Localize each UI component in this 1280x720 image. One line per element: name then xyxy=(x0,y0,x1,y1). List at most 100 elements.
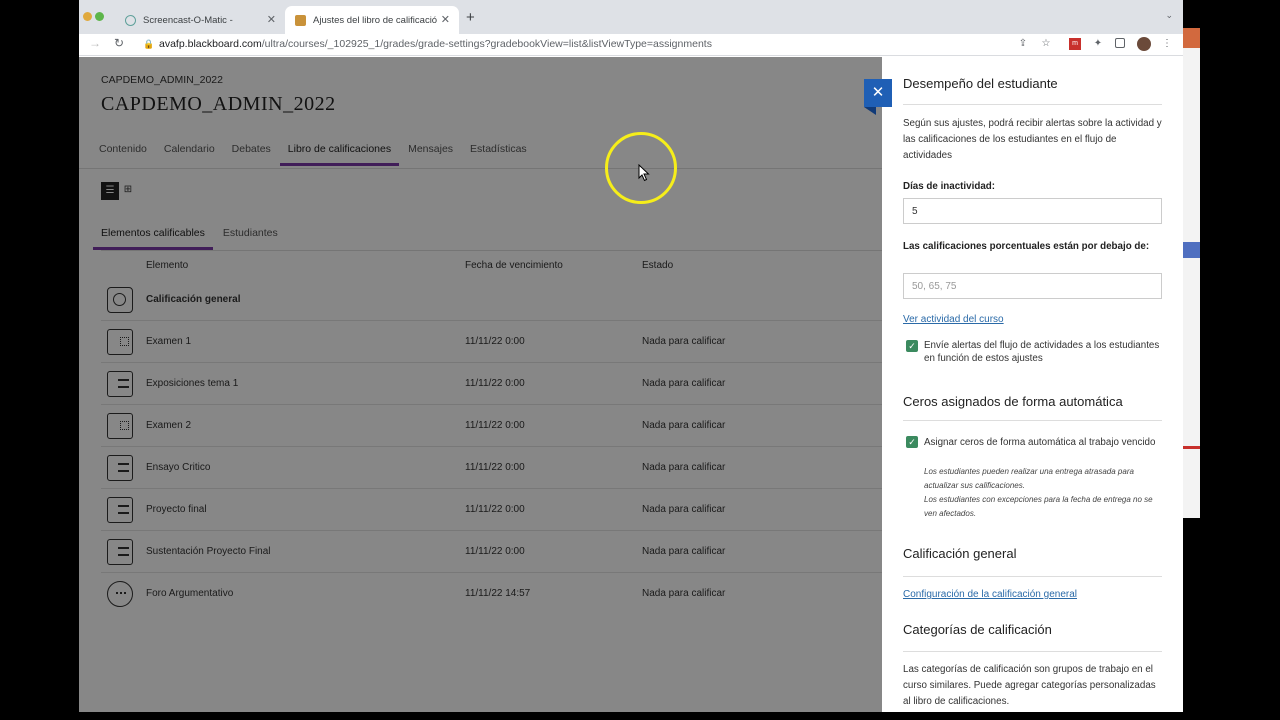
reload-icon[interactable]: ↻ xyxy=(114,36,124,50)
gradebook-subtabs: Elementos calificables Estudiantes xyxy=(93,227,304,250)
row-state: Nada para calificar xyxy=(642,378,726,389)
url-path: /ultra/courses/_102925_1/grades/grade-se… xyxy=(261,38,712,50)
row-state: Nada para calificar xyxy=(642,504,726,515)
divider xyxy=(101,250,882,251)
menu-dots-icon[interactable]: ⋮ xyxy=(1161,38,1173,50)
row-name[interactable]: Ensayo Critico xyxy=(146,462,210,473)
side-panel-icon[interactable] xyxy=(1115,38,1125,48)
tab-libro-calificaciones[interactable]: Libro de calificaciones xyxy=(279,143,400,166)
assignment-icon xyxy=(107,497,133,523)
row-date: 11/11/22 0:00 xyxy=(465,462,525,473)
overall-grade-icon xyxy=(107,287,133,313)
extension-red-icon[interactable]: m xyxy=(1069,38,1081,50)
section-title-categories: Categorías de calificación xyxy=(903,622,1052,637)
list-icon: ☰ xyxy=(105,185,115,196)
window-minimize-dot[interactable] xyxy=(95,12,104,21)
overall-grade-settings-link[interactable]: Configuración de la calificación general xyxy=(903,589,1077,600)
discussion-icon xyxy=(107,581,133,607)
page-title: CAPDEMO_ADMIN_2022 xyxy=(101,93,336,115)
row-name[interactable]: Examen 2 xyxy=(146,420,191,431)
new-tab-icon[interactable]: + xyxy=(466,9,475,26)
assignment-icon xyxy=(107,371,133,397)
column-header-state: Estado xyxy=(642,260,674,271)
close-tab-icon[interactable]: ✕ xyxy=(267,13,276,26)
auto-zeros-checkbox[interactable]: ✓ xyxy=(906,436,918,448)
window-bar-orange xyxy=(1183,28,1200,48)
bookmark-star-icon[interactable]: ☆ xyxy=(1040,38,1052,50)
table-row[interactable]: Examen 1 11/11/22 0:00 Nada para calific… xyxy=(101,321,882,363)
lock-icon: 🔒 xyxy=(143,39,155,49)
test-icon xyxy=(107,329,133,355)
alerts-checkbox-label: Envíe alertas del flujo de actividades a… xyxy=(924,340,1160,364)
mouse-pointer-icon xyxy=(638,164,650,182)
close-icon: ✕ xyxy=(871,84,885,101)
browser-window: Screencast-O-Matic - ✕ Ajustes del libro… xyxy=(79,0,1183,712)
column-header-element: Elemento xyxy=(146,260,189,271)
window-close-dot[interactable] xyxy=(83,12,92,21)
share-icon[interactable]: ⇪ xyxy=(1017,38,1029,50)
row-name[interactable]: Examen 1 xyxy=(146,336,191,347)
row-date: 11/11/22 0:00 xyxy=(465,546,525,557)
categories-description: Las categorías de calificación son grupo… xyxy=(903,664,1156,707)
tab-estadisticas[interactable]: Estadísticas xyxy=(470,143,527,166)
table-row[interactable]: Calificación general xyxy=(101,279,882,321)
tab-grade-settings[interactable]: Ajustes del libro de calificación ✕ xyxy=(285,6,459,34)
table-row[interactable]: Ensayo Critico 11/11/22 0:00 Nada para c… xyxy=(101,447,882,489)
list-view-button[interactable]: ☰ xyxy=(101,182,119,200)
screencast-icon xyxy=(125,14,136,26)
background-window xyxy=(1183,28,1200,518)
profile-avatar[interactable] xyxy=(1137,37,1151,51)
view-course-activity-link[interactable]: Ver actividad del curso xyxy=(903,314,1004,325)
tab-title: Screencast-O-Matic - xyxy=(143,14,233,26)
extensions-puzzle-icon[interactable]: ✦ xyxy=(1092,38,1104,50)
alerts-checkbox[interactable]: ✓ xyxy=(906,340,918,352)
row-name[interactable]: Foro Argumentativo xyxy=(146,588,233,599)
percent-label: Las calificaciones porcentuales están po… xyxy=(903,241,1150,252)
test-icon xyxy=(107,413,133,439)
close-panel-button[interactable]: ✕ xyxy=(864,79,892,107)
percent-threshold-input[interactable] xyxy=(903,273,1162,299)
assignment-icon xyxy=(107,455,133,481)
address-bar[interactable]: avafp.blackboard.com/ultra/courses/_1029… xyxy=(159,38,712,50)
close-tab-icon[interactable]: ✕ xyxy=(441,13,450,26)
url-host: avafp.blackboard.com xyxy=(159,38,262,50)
performance-description: Según sus ajustes, podrá recibir alertas… xyxy=(903,118,1162,161)
table-row[interactable]: Examen 2 11/11/22 0:00 Nada para calific… xyxy=(101,405,882,447)
forward-icon[interactable]: → xyxy=(89,36,101,50)
row-date: 11/11/22 0:00 xyxy=(465,504,525,515)
row-date: 11/11/22 0:00 xyxy=(465,336,525,347)
tab-mensajes[interactable]: Mensajes xyxy=(408,143,453,166)
row-name[interactable]: Calificación general xyxy=(146,294,240,305)
tab-search-icon[interactable]: ⌄ xyxy=(1165,10,1173,21)
grade-settings-panel: Desempeño del estudiante Según sus ajust… xyxy=(882,57,1183,712)
grid-icon: ⊞ xyxy=(123,184,133,195)
tab-debates[interactable]: Debates xyxy=(232,143,271,166)
table-row[interactable]: Exposiciones tema 1 11/11/22 0:00 Nada p… xyxy=(101,363,882,405)
row-state: Nada para calificar xyxy=(642,546,726,557)
divider xyxy=(903,104,1162,105)
tab-estudiantes[interactable]: Estudiantes xyxy=(215,227,286,250)
inactivity-days-input[interactable] xyxy=(903,198,1162,224)
divider xyxy=(903,420,1162,421)
tab-screencast[interactable]: Screencast-O-Matic - ✕ xyxy=(115,6,285,34)
window-bar-blue xyxy=(1183,242,1200,258)
row-name[interactable]: Proyecto final xyxy=(146,504,207,515)
row-name[interactable]: Sustentación Proyecto Final xyxy=(146,546,271,557)
table-row[interactable]: Sustentación Proyecto Final 11/11/22 0:0… xyxy=(101,531,882,573)
table-row[interactable]: Proyecto final 11/11/22 0:00 Nada para c… xyxy=(101,489,882,531)
row-state: Nada para calificar xyxy=(642,462,726,473)
row-state: Nada para calificar xyxy=(642,588,726,599)
tab-calendario[interactable]: Calendario xyxy=(164,143,215,166)
row-date: 11/11/22 0:00 xyxy=(465,378,525,389)
row-state: Nada para calificar xyxy=(642,420,726,431)
grid-view-button[interactable]: ⊞ xyxy=(119,182,137,200)
tab-title: Ajustes del libro de calificación xyxy=(313,14,437,26)
divider xyxy=(903,651,1162,652)
course-nav: Contenido Calendario Debates Libro de ca… xyxy=(99,143,544,166)
tab-elementos-calificables[interactable]: Elementos calificables xyxy=(93,227,213,250)
section-title-performance: Desempeño del estudiante xyxy=(903,76,1058,91)
section-title-overall: Calificación general xyxy=(903,546,1017,561)
row-name[interactable]: Exposiciones tema 1 xyxy=(146,378,238,389)
tab-contenido[interactable]: Contenido xyxy=(99,143,147,166)
table-row[interactable]: Foro Argumentativo 11/11/22 14:57 Nada p… xyxy=(101,573,882,615)
